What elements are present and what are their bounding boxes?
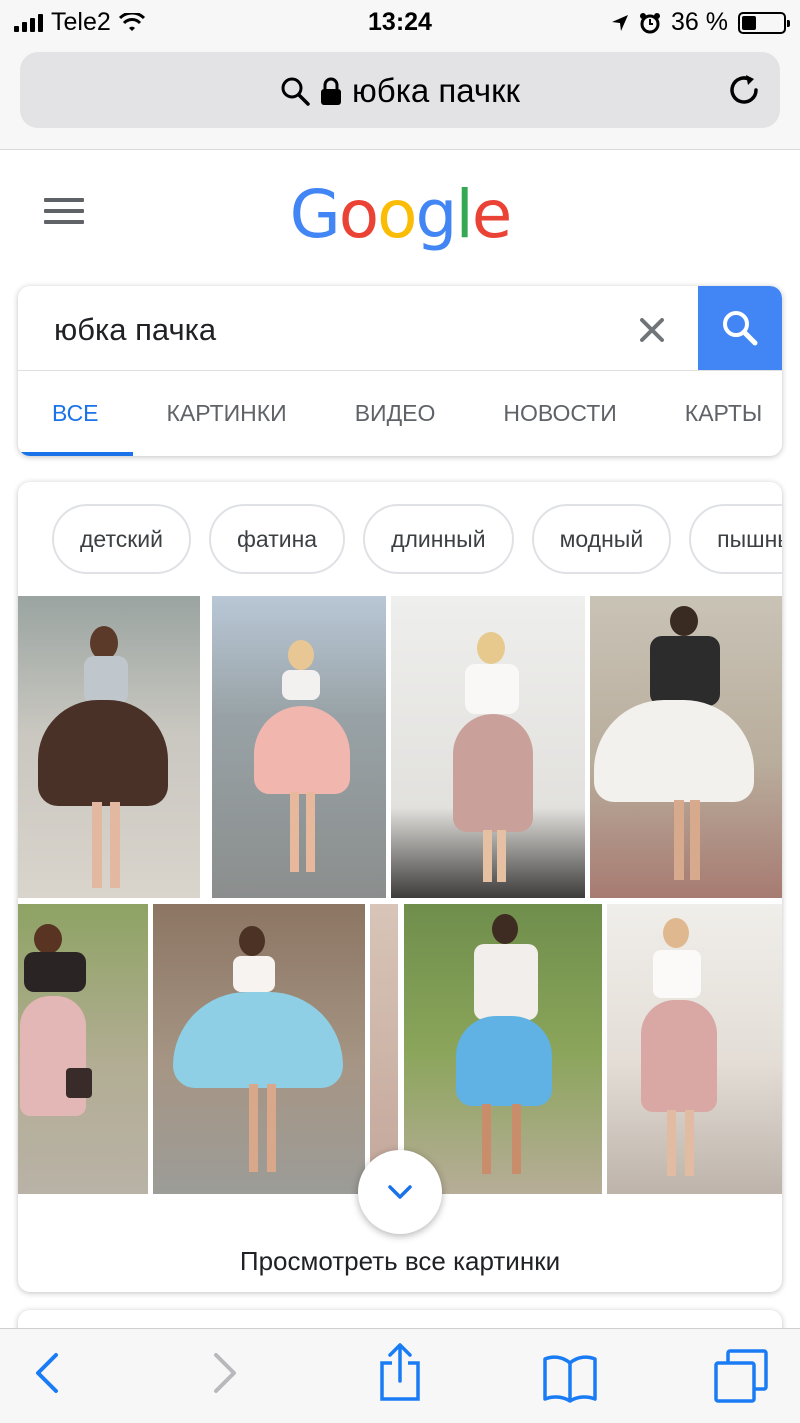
forward-icon: [214, 1353, 236, 1393]
logo-letter: e: [471, 176, 513, 253]
browser-toolbar: [0, 1328, 800, 1423]
search-icon: [281, 77, 310, 106]
chip[interactable]: длинный: [363, 504, 514, 574]
chip[interactable]: модный: [531, 504, 672, 574]
tab-video[interactable]: ВИДЕО: [321, 370, 470, 456]
location-icon: [612, 14, 629, 31]
tab-maps[interactable]: КАРТЫ: [651, 370, 782, 456]
logo-letter: g: [415, 176, 458, 253]
tab-all[interactable]: ВСЕ: [18, 370, 133, 456]
clear-icon[interactable]: [632, 310, 672, 350]
chip[interactable]: фатина: [208, 504, 346, 574]
image-result[interactable]: [18, 904, 148, 1194]
search-tabs: ВСЕ КАРТИНКИ ВИДЕО НОВОСТИ КАРТЫ: [18, 370, 782, 456]
address-text: юбка пачкк: [352, 72, 520, 109]
image-result[interactable]: [18, 596, 200, 898]
lock-icon: [321, 77, 342, 105]
address-bar[interactable]: юбка пачкк: [20, 52, 780, 128]
search-icon: [723, 311, 758, 346]
logo-letter: o: [377, 176, 417, 253]
view-all-images-link[interactable]: Просмотреть все картинки: [18, 1246, 782, 1277]
search-input[interactable]: юбка пачка: [54, 312, 216, 348]
image-result[interactable]: [212, 596, 386, 898]
chip[interactable]: пышный: [689, 504, 782, 574]
battery-percent: 36 %: [671, 8, 728, 36]
battery-fill: [742, 15, 757, 30]
logo-letter: G: [289, 176, 341, 253]
battery-icon: [738, 11, 790, 34]
tab-images[interactable]: КАРТИНКИ: [133, 370, 321, 456]
search-box: юбка пачка ВСЕ КАРТИНКИ ВИДЕО НОВОСТИ КА…: [18, 286, 782, 456]
chip[interactable]: детский: [52, 504, 191, 574]
images-card: детский фатина длинный модный пышный: [18, 482, 782, 1292]
google-logo[interactable]: Google: [0, 176, 800, 253]
logo-letter: l: [455, 176, 473, 253]
share-icon[interactable]: [378, 1341, 422, 1403]
refinement-chips: детский фатина длинный модный пышный: [52, 504, 782, 574]
search-button[interactable]: [698, 286, 782, 370]
image-result[interactable]: [153, 904, 365, 1194]
image-result[interactable]: [391, 596, 585, 898]
browser-top-chrome: Tele2 13:24 36 % юбка пачкк: [0, 0, 800, 150]
back-icon[interactable]: [34, 1351, 60, 1395]
alarm-icon: [640, 12, 661, 33]
reload-icon[interactable]: [726, 72, 762, 108]
image-result[interactable]: [590, 596, 782, 898]
image-result[interactable]: [607, 904, 782, 1194]
image-result[interactable]: [404, 904, 602, 1194]
expand-images-button[interactable]: [358, 1150, 442, 1234]
status-bar: Tele2 13:24 36 %: [0, 0, 800, 48]
tabs-icon[interactable]: [714, 1349, 768, 1403]
bookmarks-icon[interactable]: [542, 1353, 598, 1403]
tab-news[interactable]: НОВОСТИ: [469, 370, 650, 456]
chevron-down-icon: [388, 1185, 412, 1199]
logo-letter: o: [338, 176, 379, 253]
